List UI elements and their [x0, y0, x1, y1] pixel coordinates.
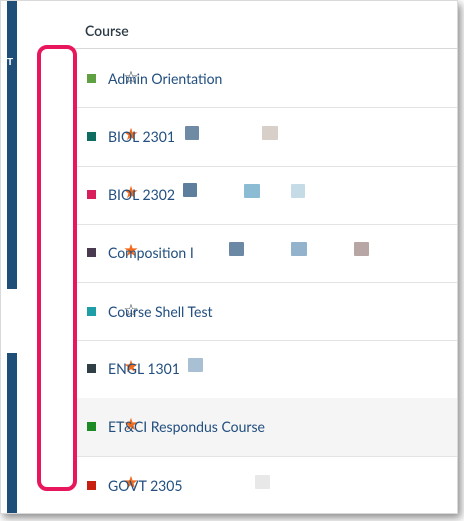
- redacted-text: [185, 126, 199, 140]
- course-link[interactable]: Composition I: [108, 244, 194, 261]
- course-color-swatch: [87, 74, 96, 83]
- table-row: ★ BIOL 2302: [74, 166, 457, 225]
- redacted-text: [255, 475, 270, 489]
- left-panel-edge: [7, 1, 17, 289]
- course-color-swatch: [87, 364, 96, 373]
- redacted-text: [244, 184, 260, 198]
- redacted-text: [291, 242, 307, 256]
- table-row: ★ ET&CI Respondus Course: [74, 398, 457, 457]
- course-color-swatch: [87, 481, 96, 490]
- table-row: ☆ Course Shell Test: [74, 282, 457, 341]
- redacted-text: [183, 183, 197, 197]
- course-color-swatch: [87, 132, 96, 141]
- course-link[interactable]: Course Shell Test: [108, 303, 213, 320]
- table-row: ☆ Admin Orientation: [74, 49, 457, 108]
- table-row: ★ Composition I: [74, 224, 457, 283]
- course-color-swatch: [87, 307, 96, 316]
- course-color-swatch: [87, 248, 96, 257]
- left-panel-edge-lower: [7, 353, 17, 513]
- course-link[interactable]: Admin Orientation: [108, 70, 222, 87]
- table-row: ★ ENGL 1301: [74, 340, 457, 399]
- table-header: Course: [74, 1, 457, 49]
- course-link[interactable]: GOVT 2305: [108, 477, 183, 494]
- course-link[interactable]: BIOL 2302: [108, 186, 175, 203]
- table-row: ★ GOVT 2305: [74, 456, 457, 513]
- course-link[interactable]: ET&CI Respondus Course: [108, 418, 265, 435]
- redacted-text: [291, 184, 305, 198]
- left-panel-letter: T: [7, 57, 14, 68]
- courses-table: T Course ☆ Admin Orientation ★ BIOL 2301…: [0, 0, 458, 514]
- redacted-text: [229, 242, 244, 256]
- redacted-text: [188, 358, 203, 372]
- redacted-text: [262, 126, 278, 140]
- course-link[interactable]: ENGL 1301: [108, 360, 180, 377]
- course-column-header: Course: [85, 22, 129, 39]
- course-link[interactable]: BIOL 2301: [108, 128, 175, 145]
- course-color-swatch: [87, 422, 96, 431]
- table-row: ★ BIOL 2301: [74, 108, 457, 167]
- redacted-text: [354, 242, 369, 256]
- course-color-swatch: [87, 190, 96, 199]
- favorites-highlight-box: [37, 45, 77, 491]
